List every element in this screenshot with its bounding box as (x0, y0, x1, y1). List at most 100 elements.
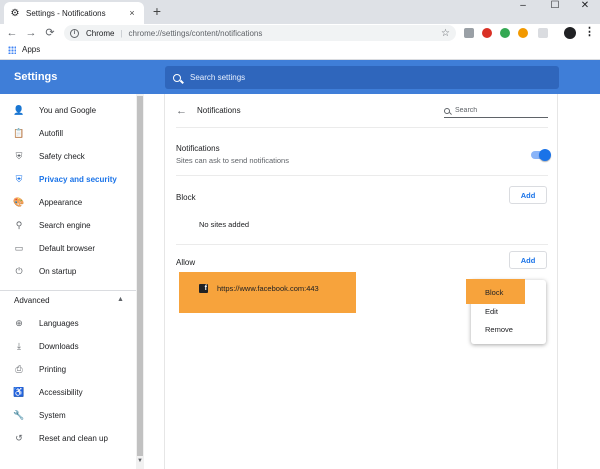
divider (176, 127, 548, 128)
sidebar-item-languages[interactable]: ⊕ Languages (0, 312, 136, 334)
sidebar-item-label: Autofill (39, 128, 64, 138)
clipboard-icon: 📋 (13, 127, 25, 138)
notifications-toggle-subtitle: Sites can ask to send notifications (176, 156, 289, 165)
sidebar-item-reset-and-clean-up[interactable]: ↺ Reset and clean up (0, 427, 136, 449)
printer-icon: ⎙ (15, 363, 23, 374)
sidebar-item-label: Appearance (39, 197, 83, 207)
download-icon: ⤓ (17, 340, 21, 351)
maximize-button[interactable]: ☐ (540, 0, 570, 14)
toggle-knob (539, 149, 551, 161)
apps-shortcut[interactable]: Apps (8, 45, 40, 54)
globe-icon: ⊕ (15, 317, 23, 328)
sidebar-item-privacy-and-security[interactable]: ⛨ Privacy and security (0, 168, 136, 190)
apps-label: Apps (22, 45, 41, 54)
sidebar-item-label: Downloads (39, 341, 79, 351)
subpage-title: Notifications (197, 106, 241, 115)
settings-search-input[interactable] (190, 73, 490, 82)
bookmark-star-icon[interactable]: ☆ (441, 28, 450, 39)
sidebar-item-downloads[interactable]: ⤓ Downloads (0, 335, 136, 357)
address-bar[interactable]: i Chrome | chrome://settings/content/not… (64, 25, 456, 41)
divider (176, 175, 548, 176)
menu-item-edit[interactable]: Edit (485, 307, 498, 316)
extension-puzzle-icon[interactable] (538, 28, 548, 38)
sidebar-item-label: Safety check (39, 151, 85, 161)
subpage-search-box[interactable] (444, 104, 548, 118)
site-info-icon[interactable]: i (70, 28, 79, 38)
sidebar-item-on-startup[interactable]: ⏻ On startup (0, 260, 136, 282)
bookmarks-bar: Apps (0, 42, 600, 60)
settings-header: Settings (0, 60, 600, 94)
settings-sidebar: 👤 You and Google 📋 Autofill ⛨ Safety che… (0, 94, 144, 469)
extension-shield-icon[interactable] (464, 28, 474, 38)
notifications-toggle-title: Notifications (176, 144, 220, 153)
browser-icon: ▭ (14, 242, 24, 253)
person-icon: 👤 (13, 104, 25, 115)
facebook-icon: f (199, 284, 208, 293)
address-url[interactable]: chrome://settings/content/notifications (129, 29, 442, 38)
menu-item-block[interactable]: Block (485, 288, 503, 297)
sidebar-item-label: System (39, 410, 66, 420)
shield-icon: ⛨ (15, 173, 23, 184)
notifications-toggle[interactable] (531, 149, 551, 161)
back-arrow-icon[interactable]: ← (176, 105, 187, 117)
palette-icon: 🎨 (13, 196, 25, 207)
tab-settings[interactable]: ⚙ Settings - Notifications × (4, 2, 144, 24)
apps-grid-icon (8, 45, 16, 54)
wrench-icon: 🔧 (13, 409, 25, 420)
new-tab-button[interactable]: + (150, 4, 164, 18)
reload-button[interactable]: ⟳ (42, 25, 58, 41)
scroll-down-arrow-icon[interactable]: ▼ (136, 458, 144, 464)
sidebar-item-label: Search engine (39, 220, 91, 230)
allowed-site-url[interactable]: https://www.facebook.com:443 (217, 284, 319, 293)
profile-avatar-icon[interactable] (564, 27, 576, 39)
close-window-button[interactable]: ✕ (570, 0, 600, 14)
block-add-button[interactable]: Add (509, 186, 547, 204)
settings-search-box[interactable] (165, 66, 559, 89)
tab-strip: ⚙ Settings - Notifications × + – ☐ ✕ (0, 0, 600, 24)
chrome-menu-icon[interactable]: ⋮ (584, 25, 595, 38)
sidebar-item-label: Reset and clean up (39, 433, 108, 443)
sidebar-item-default-browser[interactable]: ▭ Default browser (0, 237, 136, 259)
sidebar-item-search-engine[interactable]: ⚲ Search engine (0, 214, 136, 236)
sidebar-item-autofill[interactable]: 📋 Autofill (0, 122, 136, 144)
sidebar-item-appearance[interactable]: 🎨 Appearance (0, 191, 136, 213)
sidebar-item-safety-check[interactable]: ⛨ Safety check (0, 145, 136, 167)
power-icon: ⏻ (15, 265, 23, 276)
page-title: Settings (14, 71, 58, 83)
chevron-up-icon[interactable]: ▲ (117, 296, 124, 303)
back-button[interactable]: ← (4, 25, 20, 41)
browser-toolbar: ← → ⟳ i Chrome | chrome://settings/conte… (0, 24, 600, 42)
allow-add-button[interactable]: Add (509, 251, 547, 269)
extension-color-icon[interactable] (518, 28, 528, 38)
allow-section-label: Allow (176, 258, 196, 267)
close-tab-icon[interactable]: × (126, 8, 138, 18)
address-separator: | (120, 28, 123, 38)
gear-icon: ⚙ (10, 7, 20, 19)
subpage-search-input[interactable] (455, 107, 545, 114)
sidebar-divider (0, 290, 136, 291)
sidebar-item-label: You and Google (39, 105, 97, 115)
tab-title: Settings - Notifications (26, 8, 106, 18)
menu-item-remove[interactable]: Remove (485, 325, 513, 334)
sidebar-item-label: Accessibility (39, 387, 83, 397)
sidebar-item-label: On startup (39, 266, 77, 276)
sidebar-scrollbar-thumb[interactable] (137, 96, 143, 456)
sidebar-item-label: Printing (39, 364, 67, 374)
extension-adblock-icon[interactable] (482, 28, 492, 38)
advanced-section-toggle[interactable]: Advanced (14, 296, 50, 305)
main-scrollbar[interactable] (594, 94, 600, 469)
sidebar-item-label: Default browser (39, 243, 96, 253)
address-scheme: Chrome (86, 28, 115, 38)
search-icon (444, 107, 450, 114)
minimize-button[interactable]: – (508, 0, 538, 14)
forward-button[interactable]: → (23, 25, 39, 41)
sidebar-item-you-and-google[interactable]: 👤 You and Google (0, 99, 136, 121)
block-section-label: Block (176, 193, 196, 202)
shield-icon: ⛨ (15, 150, 23, 161)
sidebar-item-accessibility[interactable]: ♿ Accessibility (0, 381, 136, 403)
sidebar-item-label: Privacy and security (39, 174, 117, 184)
sidebar-item-label: Languages (39, 318, 79, 328)
sidebar-item-printing[interactable]: ⎙ Printing (0, 358, 136, 380)
extension-check-icon[interactable] (500, 28, 510, 38)
sidebar-item-system[interactable]: 🔧 System (0, 404, 136, 426)
